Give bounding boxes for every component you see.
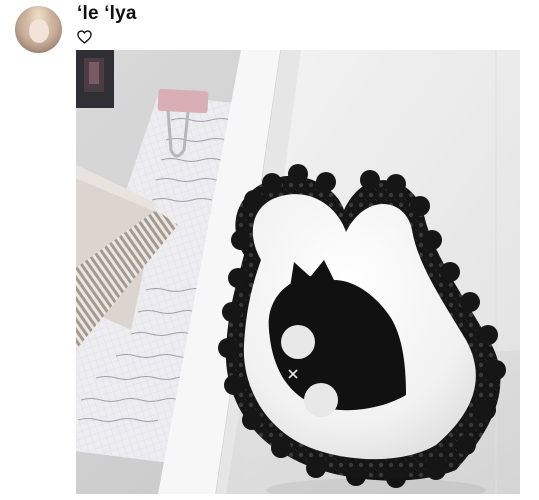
post-photo[interactable] (76, 50, 520, 494)
username[interactable]: ʻle ʻlya (77, 3, 137, 25)
photo-illustration (76, 50, 520, 494)
post-card: ʻle ʻlya (0, 0, 539, 500)
avatar-face (29, 19, 49, 43)
avatar[interactable] (15, 6, 62, 53)
heart-outline-icon[interactable] (77, 30, 92, 44)
